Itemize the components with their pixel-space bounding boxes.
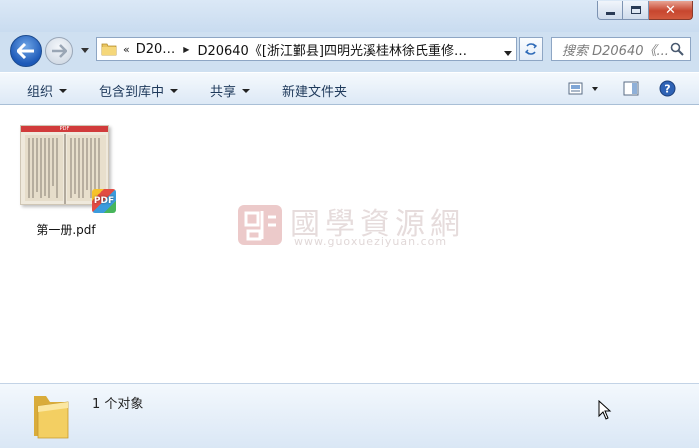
minimize-icon (605, 11, 615, 15)
maximize-button[interactable] (623, 1, 649, 20)
item-count-text: 1 个对象 (92, 397, 144, 412)
chevron-down-icon (242, 88, 251, 93)
mouse-cursor-icon (598, 400, 612, 420)
forward-button[interactable] (45, 37, 73, 65)
refresh-button[interactable] (519, 37, 543, 61)
arrow-left-icon (17, 43, 34, 59)
file-list-view[interactable]: PDF PDF 第一册.pdf 國學資源網 www.guoxueziyuan.c… (0, 105, 699, 383)
watermark: 國學資源網 www.guoxueziyuan.com (236, 197, 476, 257)
chevron-down-icon (59, 88, 68, 93)
search-placeholder: 搜索 D20640《... (562, 43, 669, 59)
change-view-button[interactable] (568, 82, 600, 99)
window-controls: ✕ (597, 1, 693, 20)
breadcrumb-item-current[interactable]: D20640《[浙江鄞县]四明光溪桂林徐氏重修… (197, 40, 467, 59)
help-icon: ? (659, 80, 676, 97)
search-icon[interactable] (670, 42, 684, 56)
svg-text:?: ? (664, 83, 670, 96)
preview-pane-button[interactable] (623, 81, 639, 99)
command-bar: 组织 包含到库中 共享 新建文件夹 ? (0, 72, 699, 105)
folder-icon (101, 42, 117, 56)
organize-menu[interactable]: 组织 (27, 81, 68, 100)
pdf-badge-label: PDF (93, 196, 115, 206)
close-button[interactable]: ✕ (649, 1, 693, 20)
chevron-down-icon (170, 88, 179, 93)
new-folder-button[interactable]: 新建文件夹 (282, 81, 347, 100)
seal-logo-icon (238, 205, 282, 245)
close-icon: ✕ (665, 2, 676, 18)
pdf-app-icon: PDF (92, 189, 116, 213)
new-folder-label: 新建文件夹 (282, 85, 348, 100)
include-in-library-label: 包含到库中 (99, 85, 165, 100)
preview-pane-icon (623, 81, 639, 96)
recent-pages-button[interactable] (80, 45, 90, 55)
arrow-right-icon (52, 44, 67, 58)
organize-label: 组织 (27, 85, 54, 100)
help-button[interactable]: ? (659, 80, 676, 100)
chevron-down-icon (81, 47, 89, 53)
view-options-icon (568, 82, 598, 95)
file-name-label[interactable]: 第一册.pdf (18, 221, 114, 238)
breadcrumb-item-parent[interactable]: D20… (136, 42, 176, 57)
details-pane: 1 个对象 (0, 383, 699, 448)
watermark-url: www.guoxueziyuan.com (294, 235, 448, 248)
file-item[interactable]: PDF PDF 第一册.pdf (18, 123, 118, 239)
breadcrumb-arrow-icon[interactable]: ▶ (183, 45, 189, 54)
chevron-down-icon (504, 51, 512, 56)
folder-icon (34, 396, 69, 439)
back-button[interactable] (10, 35, 42, 67)
search-input[interactable]: 搜索 D20640《... (551, 37, 691, 61)
title-bar: ✕ (0, 0, 699, 32)
navigation-bar: « D20… ▶ D20640《[浙江鄞县]四明光溪桂林徐氏重修… 搜索 D20… (0, 32, 699, 72)
breadcrumb-overflow[interactable]: « (123, 43, 130, 56)
address-dropdown-button[interactable] (504, 45, 512, 59)
minimize-button[interactable] (597, 1, 623, 20)
maximize-icon (630, 6, 641, 14)
refresh-icon (524, 43, 538, 55)
address-bar[interactable]: « D20… ▶ D20640《[浙江鄞县]四明光溪桂林徐氏重修… (96, 37, 517, 61)
share-label: 共享 (210, 85, 237, 100)
share-menu[interactable]: 共享 (210, 81, 251, 100)
include-in-library-menu[interactable]: 包含到库中 (99, 81, 179, 100)
